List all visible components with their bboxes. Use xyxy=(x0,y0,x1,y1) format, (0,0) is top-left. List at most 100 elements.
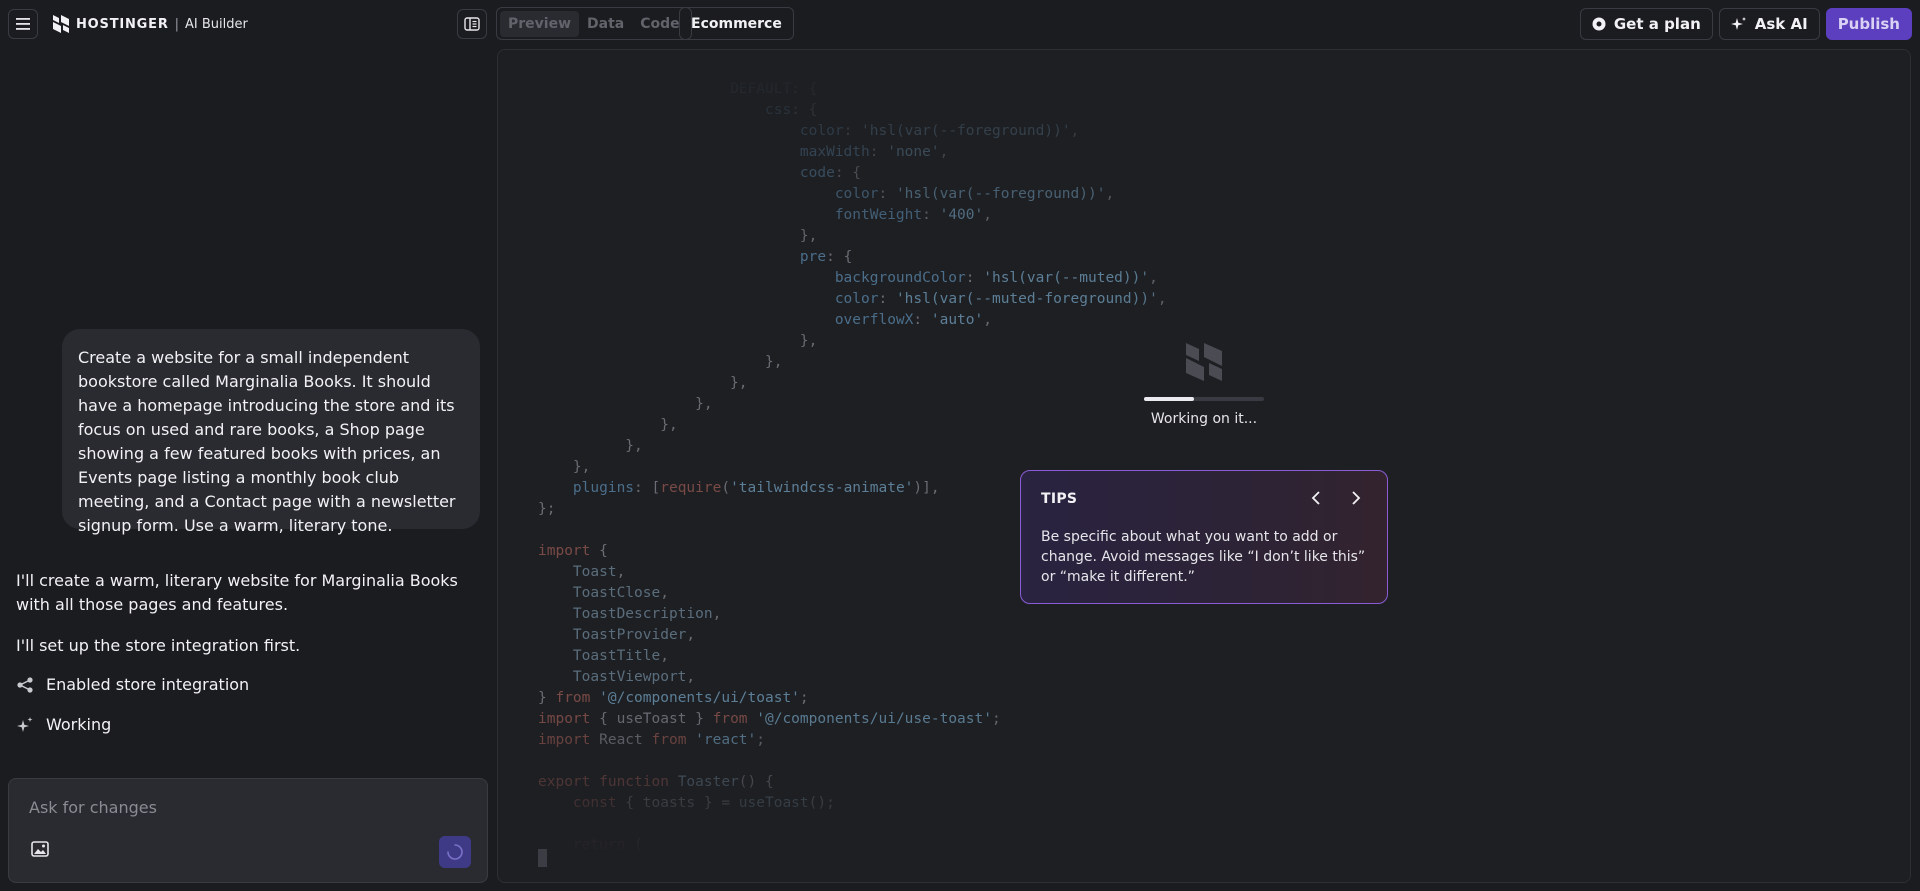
chat-composer xyxy=(8,778,488,883)
hamburger-icon xyxy=(16,18,30,30)
code-token: from xyxy=(555,690,591,706)
code-token: : { xyxy=(826,249,853,265)
code-token: overflowX xyxy=(834,312,914,328)
fade-overlay xyxy=(498,712,1910,882)
chevron-left-icon xyxy=(1311,491,1320,505)
code-token: }, xyxy=(538,459,591,475)
share-nodes-icon xyxy=(17,676,33,693)
ask-ai-label: Ask AI xyxy=(1754,15,1808,33)
code-token: color xyxy=(834,291,879,307)
code-token: ToastDescription xyxy=(572,606,713,622)
code-token: , xyxy=(616,564,626,580)
top-bar: HOSTINGER | AI Builder Preview Data Code… xyxy=(0,0,1920,48)
code-line: pre: { xyxy=(538,247,1167,268)
code-token: , xyxy=(983,312,992,328)
toggle-sidebar-button[interactable] xyxy=(457,9,487,39)
code-line: ToastViewport, xyxy=(538,667,1167,688)
image-icon xyxy=(31,841,49,857)
code-line: } from '@/components/ui/toast'; xyxy=(538,688,1167,709)
code-token: ; xyxy=(799,690,809,706)
top-right-actions: Get a plan Ask AI Publish xyxy=(1579,8,1912,40)
send-button[interactable] xyxy=(439,836,471,868)
code-line: color: 'hsl(var(--muted-foreground))', xyxy=(538,289,1167,310)
text-cursor xyxy=(538,849,547,867)
code-token: ToastClose xyxy=(572,585,661,601)
chat-input[interactable] xyxy=(29,795,469,819)
hostinger-logo-icon xyxy=(53,15,69,33)
ask-ai-button[interactable]: Ask AI xyxy=(1718,8,1820,40)
step-label: Enabled store integration xyxy=(46,675,250,694)
ai-reply: I'll create a warm, literary website for… xyxy=(16,571,458,614)
code-token: : xyxy=(913,312,931,328)
user-message: Create a website for a small independent… xyxy=(62,329,480,535)
code-line: }, xyxy=(538,352,1167,373)
product-name: AI Builder xyxy=(185,16,248,32)
code-token: { xyxy=(590,543,608,559)
code-token: ToastProvider xyxy=(572,627,687,643)
code-token: }; xyxy=(538,501,556,517)
next-tip-button[interactable] xyxy=(1347,489,1365,507)
sidebar-panel-icon xyxy=(464,17,480,31)
publish-button[interactable]: Publish xyxy=(1825,8,1912,40)
code-line: }, xyxy=(538,373,1167,394)
code-token: pre xyxy=(799,249,827,265)
code-token: plugins xyxy=(572,480,635,496)
code-line: }, xyxy=(538,415,1167,436)
hostinger-logo-icon xyxy=(1186,343,1222,381)
code-token: }, xyxy=(538,417,678,433)
code-token: ToastTitle xyxy=(572,648,661,664)
loading-text: Working on it... xyxy=(1150,411,1258,427)
code-token: , xyxy=(686,627,696,643)
get-plan-label: Get a plan xyxy=(1613,15,1701,33)
code-line: ToastTitle, xyxy=(538,646,1167,667)
code-token: }, xyxy=(538,354,783,370)
tips-text: Be specific about what you want to add o… xyxy=(1041,529,1366,585)
spinner-icon xyxy=(447,844,463,860)
code-line: backgroundColor: 'hsl(var(--muted))', xyxy=(538,268,1167,289)
step-store-integration: Enabled store integration xyxy=(16,675,249,694)
code-token: Toast xyxy=(572,564,617,580)
preview-panel: typography: { DEFAULT: { css: { color: '… xyxy=(497,49,1911,883)
tab-data[interactable]: Data xyxy=(579,16,632,32)
code-token: backgroundColor xyxy=(834,270,966,286)
progress-fill xyxy=(1144,397,1195,401)
code-token: }, xyxy=(538,375,748,391)
gear-badge-icon xyxy=(1592,17,1606,31)
progress-bar xyxy=(1144,397,1264,401)
code-line: ToastProvider, xyxy=(538,625,1167,646)
code-token: require xyxy=(660,480,722,496)
hostinger-logo[interactable]: HOSTINGER | AI Builder xyxy=(52,14,248,34)
tab-preview[interactable]: Preview xyxy=(500,10,580,37)
sparkles-icon xyxy=(1730,17,1746,30)
ecommerce-button[interactable]: Ecommerce xyxy=(679,7,794,40)
get-plan-button[interactable]: Get a plan xyxy=(1579,8,1713,40)
code-token: }, xyxy=(538,438,643,454)
brand-name: HOSTINGER xyxy=(76,16,169,32)
code-token: 'tailwindcss-animate' xyxy=(730,480,914,496)
code-line: overflowX: 'auto', xyxy=(538,310,1167,331)
chevron-right-icon xyxy=(1352,491,1361,505)
code-token: }, xyxy=(538,396,713,412)
code-line: ToastDescription, xyxy=(538,604,1167,625)
code-token: ToastViewport xyxy=(572,669,687,685)
code-token: : xyxy=(965,270,984,286)
attach-image-button[interactable] xyxy=(31,841,51,861)
code-token: 'auto' xyxy=(930,312,984,328)
previous-tip-button[interactable] xyxy=(1307,489,1325,507)
menu-button[interactable] xyxy=(8,9,38,39)
loading-indicator: Working on it... xyxy=(1144,341,1264,427)
code-token: import xyxy=(538,543,591,559)
tips-navigation xyxy=(1307,489,1365,507)
code-token: '@/components/ui/toast' xyxy=(599,690,800,706)
code-token: }, xyxy=(538,333,818,349)
code-token: : [ xyxy=(634,480,661,496)
brand-separator: | xyxy=(174,16,180,32)
